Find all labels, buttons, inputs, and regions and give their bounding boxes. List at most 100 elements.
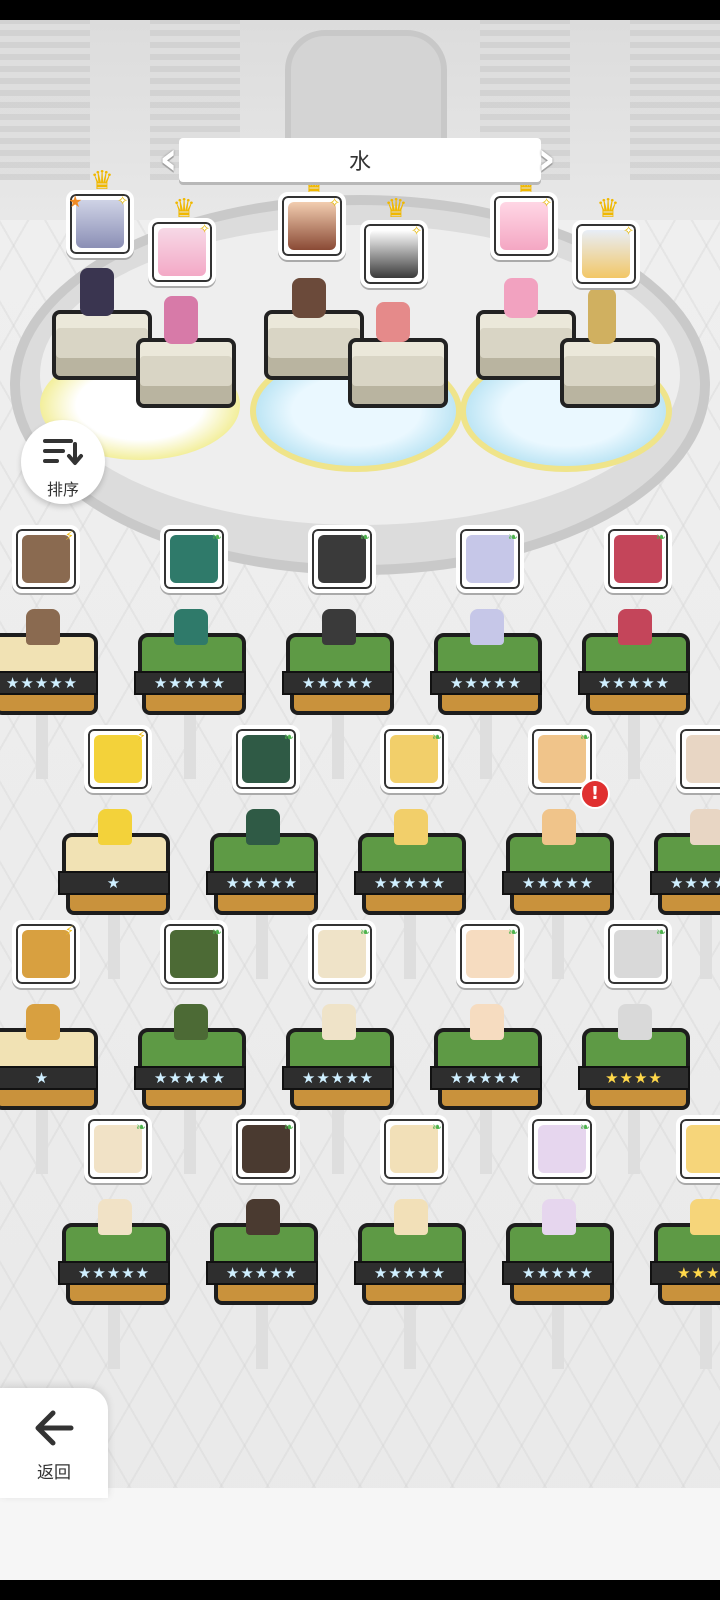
bolt-icon: ⚡ bbox=[136, 729, 146, 744]
portrait-face bbox=[538, 1125, 586, 1173]
leaf-icon: ❧ bbox=[211, 925, 222, 939]
unit-pedestal[interactable]: ★★★★★ bbox=[282, 609, 394, 779]
team-portrait-2[interactable]: ✧ bbox=[148, 218, 216, 286]
team-portrait-3[interactable]: ✧ bbox=[278, 192, 346, 260]
unit-portrait[interactable]: ⚡ bbox=[12, 525, 80, 593]
pedestal-pole bbox=[404, 1299, 416, 1369]
unit-portrait[interactable]: ❧ bbox=[232, 1115, 300, 1183]
team-pedestal-6[interactable] bbox=[560, 338, 660, 408]
unit-pedestal[interactable]: ★★★★★ bbox=[502, 809, 614, 979]
star-rating: ★★★★★ bbox=[282, 671, 394, 695]
sparkle-icon: ✧ bbox=[199, 222, 210, 237]
wall-emblem bbox=[285, 30, 447, 152]
unit-chibi bbox=[394, 1199, 428, 1235]
chevron-right-icon[interactable]: › bbox=[537, 135, 561, 182]
leaf-icon: ❧ bbox=[507, 530, 518, 544]
unit-chibi bbox=[690, 1199, 720, 1235]
star-rating: ★★★★★ bbox=[0, 671, 98, 695]
unit-chibi bbox=[542, 809, 576, 845]
star-rating: ★★★★ bbox=[650, 1261, 720, 1285]
unit-pedestal[interactable]: ★ bbox=[58, 809, 170, 979]
leaf-icon: ❧ bbox=[431, 730, 442, 744]
unit-pedestal[interactable]: ★★★★★ bbox=[58, 1199, 170, 1369]
team-portrait-5[interactable]: ✧ bbox=[490, 192, 558, 260]
leaf-icon: ❧ bbox=[135, 1120, 146, 1134]
pedestal-pole bbox=[480, 709, 492, 779]
portrait-face bbox=[686, 735, 720, 783]
star-rating: ★★★★★ bbox=[134, 1066, 246, 1090]
team-portrait-6[interactable]: ✧ bbox=[572, 220, 640, 288]
unit-pedestal[interactable]: ★ bbox=[0, 1004, 98, 1174]
pedestal-pole bbox=[108, 1299, 120, 1369]
team-portrait-4[interactable]: ✧ bbox=[360, 220, 428, 288]
back-button[interactable]: 返回 bbox=[0, 1388, 108, 1498]
portrait-face bbox=[390, 1125, 438, 1173]
pedestal-pole bbox=[552, 1299, 564, 1369]
unit-pedestal[interactable]: ★★★★★ bbox=[0, 609, 98, 779]
wall-pillar bbox=[630, 20, 720, 180]
team-pedestal-2[interactable] bbox=[136, 338, 236, 408]
unit-portrait[interactable]: ❧ bbox=[160, 525, 228, 593]
pedestal-pole bbox=[184, 1104, 196, 1174]
unit-portrait[interactable]: ❧ bbox=[232, 725, 300, 793]
navigation-bar bbox=[0, 1580, 720, 1600]
pedestal-pole bbox=[332, 709, 344, 779]
unit-pedestal[interactable]: ★★★★★ bbox=[134, 1004, 246, 1174]
sort-icon bbox=[43, 439, 83, 465]
unit-pedestal[interactable]: ★★★★★ bbox=[206, 809, 318, 979]
unit-portrait[interactable]: ❧ bbox=[380, 1115, 448, 1183]
unit-portrait[interactable]: ❧ bbox=[604, 525, 672, 593]
unit-pedestal[interactable]: ★★★★★ bbox=[578, 609, 690, 779]
unit-chibi bbox=[322, 609, 356, 645]
pedestal-pole bbox=[480, 1104, 492, 1174]
star-rating: ★★★★★ bbox=[430, 671, 542, 695]
unit-pedestal[interactable]: ★★★★★ bbox=[650, 809, 720, 979]
unit-pedestal[interactable]: ★★★★★ bbox=[206, 1199, 318, 1369]
sort-button[interactable]: 排序 bbox=[21, 420, 105, 504]
unit-portrait[interactable]: ❧ bbox=[84, 1115, 152, 1183]
unit-pedestal[interactable]: ★★★★ bbox=[578, 1004, 690, 1174]
unit-portrait[interactable]: ❧! bbox=[528, 725, 610, 809]
sparkle-icon: ✧ bbox=[541, 196, 552, 211]
pedestal-pole bbox=[256, 1299, 268, 1369]
unit-chibi bbox=[322, 1004, 356, 1040]
unit-pedestal[interactable]: ★★★★★ bbox=[430, 609, 542, 779]
team-pedestal-4[interactable] bbox=[348, 338, 448, 408]
unit-pedestal[interactable]: ★★★★ bbox=[650, 1199, 720, 1369]
portrait-face bbox=[94, 1125, 142, 1173]
team-chibi-1 bbox=[80, 268, 114, 316]
star-rating: ★★★★★ bbox=[650, 871, 720, 895]
unit-portrait[interactable]: ❧ bbox=[456, 920, 524, 988]
unit-portrait[interactable]: ⚡ bbox=[12, 920, 80, 988]
unit-portrait[interactable]: ❧ bbox=[676, 725, 720, 793]
back-arrow-icon bbox=[35, 1410, 74, 1446]
sparkle-icon: ✧ bbox=[117, 194, 128, 209]
unit-portrait[interactable]: ❧ bbox=[308, 525, 376, 593]
portrait-face bbox=[390, 735, 438, 783]
portrait-face bbox=[242, 735, 290, 783]
unit-pedestal[interactable]: ★★★★★ bbox=[354, 809, 466, 979]
unit-portrait[interactable]: ⚡ bbox=[84, 725, 152, 793]
unit-portrait[interactable]: ❧ bbox=[528, 1115, 596, 1183]
unit-chibi bbox=[470, 1004, 504, 1040]
portrait-face bbox=[170, 930, 218, 978]
unit-portrait[interactable]: ❧ bbox=[380, 725, 448, 793]
unit-portrait[interactable]: ❧ bbox=[676, 1115, 720, 1183]
unit-portrait[interactable]: ❧ bbox=[308, 920, 376, 988]
pedestal-pole bbox=[552, 909, 564, 979]
unit-chibi bbox=[98, 809, 132, 845]
team-chibi-4 bbox=[376, 302, 410, 342]
unit-portrait[interactable]: ❧ bbox=[604, 920, 672, 988]
unit-pedestal[interactable]: ★★★★★ bbox=[354, 1199, 466, 1369]
unit-chibi bbox=[26, 609, 60, 645]
unit-pedestal[interactable]: ★★★★★ bbox=[502, 1199, 614, 1369]
unit-portrait[interactable]: ❧ bbox=[160, 920, 228, 988]
pedestal-pole bbox=[628, 1104, 640, 1174]
star-rating: ★★★★★ bbox=[502, 871, 614, 895]
unit-pedestal[interactable]: ★★★★★ bbox=[282, 1004, 394, 1174]
unit-portrait[interactable]: ❧ bbox=[456, 525, 524, 593]
star-rating: ★★★★★ bbox=[354, 1261, 466, 1285]
unit-pedestal[interactable]: ★★★★★ bbox=[134, 609, 246, 779]
team-portrait-1[interactable]: ★ ✧ bbox=[66, 190, 134, 258]
unit-pedestal[interactable]: ★★★★★ bbox=[430, 1004, 542, 1174]
